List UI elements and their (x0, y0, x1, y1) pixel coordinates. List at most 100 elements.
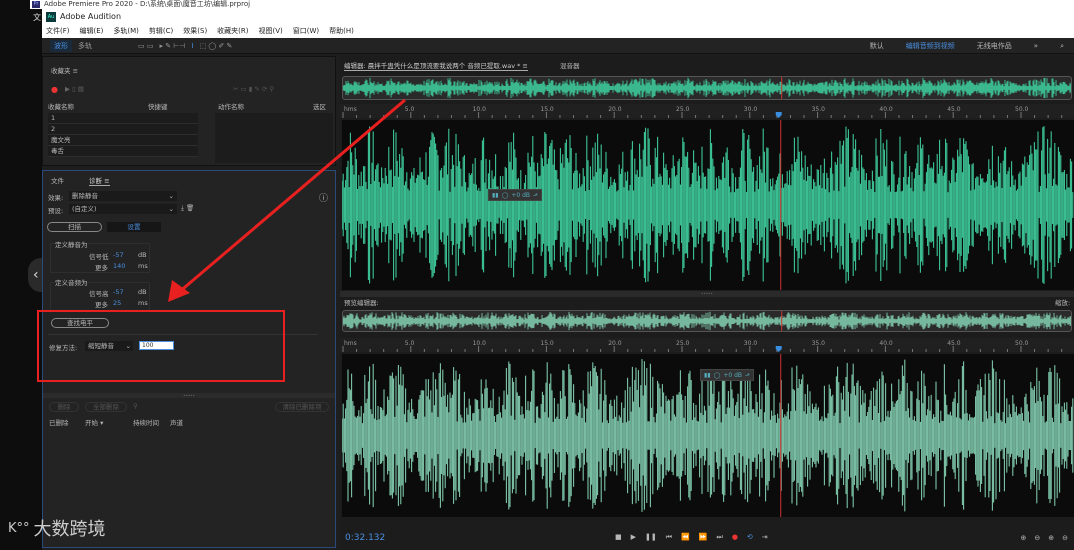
audition-title: Adobe Audition (42, 9, 1074, 25)
ms-unit: ms (138, 299, 148, 307)
save-preset-icon[interactable]: ⤓ 🗑 (181, 204, 194, 213)
tab-editor[interactable]: 编辑器: 晨拌千蛊凭什么是顶流要我说两个 音频已提取.wav * ≡ (344, 60, 528, 71)
menu-item[interactable]: 窗口(W) (293, 25, 319, 38)
clear-deleted-button[interactable]: 清除已删除项 (275, 402, 329, 412)
ruler-label: 35.0 (812, 340, 826, 347)
play-icon[interactable]: ▶ (631, 533, 636, 542)
more-label: 更多 (95, 301, 108, 309)
col-name[interactable]: 收藏名称 (48, 101, 74, 111)
favorite-item[interactable]: 毒舌 (48, 146, 198, 157)
search-icon[interactable]: ⌕ (1060, 42, 1064, 51)
col-deleted[interactable]: 已删除 (49, 417, 69, 427)
signal-low-value[interactable]: -57 (113, 251, 124, 259)
signal-low-label: 信号低 (89, 253, 109, 261)
menu-item[interactable]: 多轨(M) (113, 25, 139, 38)
editor-panel: 编辑器: 晨拌千蛊凭什么是顶流要我说两个 音频已提取.wav * ≡ 混音器 h… (340, 55, 1074, 550)
silence-ms-value[interactable]: 140 (113, 262, 125, 270)
signal-high-value[interactable]: -57 (113, 288, 124, 296)
stop-icon[interactable]: ■ (615, 533, 622, 542)
zoom-out-time-icon[interactable]: ⊖ (1062, 534, 1068, 542)
workspace-switcher: 默认 编辑音频到视频 无线电作品 » ⌕ (870, 38, 1074, 54)
waveform-view-button[interactable]: 波形 (50, 39, 72, 52)
ruler-label: 50.0 (1015, 340, 1029, 347)
col-shortcut[interactable]: 快捷键 (148, 101, 168, 111)
workspace-radio[interactable]: 无线电作品 (977, 41, 1012, 51)
skip-start-icon[interactable]: ⏮ (666, 533, 672, 542)
panel-menu-icon[interactable]: ≡ (73, 67, 78, 75)
more-workspaces-button[interactable]: » (1034, 42, 1038, 50)
ruler-label: 45.0 (947, 340, 961, 347)
preview-overview-waveform[interactable] (342, 310, 1074, 332)
time-selection-tool-icon[interactable]: I (191, 42, 193, 50)
ruler-label: 45.0 (947, 106, 961, 113)
col-selection[interactable]: 选区 (313, 101, 326, 111)
ruler-label: 25.0 (676, 340, 690, 347)
pause-icon[interactable]: ❚❚ (645, 533, 657, 542)
col-channel[interactable]: 声道 (170, 417, 183, 427)
menu-item[interactable]: 剪辑(C) (149, 25, 173, 38)
panel-divider-handle[interactable]: ••••• (43, 393, 335, 398)
edit-tools-icons[interactable]: ✂ ▭ ▮ ✎ ⟳ ⚲ (233, 85, 274, 93)
menu-item[interactable]: 文件(F) (46, 25, 70, 38)
preview-time-ruler[interactable]: hms 5.0 10.0 15.0 20.0 25.0 30.0 35.0 40.0 45.0 50… (340, 338, 1074, 352)
level-meter-icon: ▮▮ (704, 371, 711, 379)
preview-volume-hud[interactable]: ▮▮ ◯ +0 dB ⬏ (700, 369, 755, 381)
move-tool-icon[interactable]: ▸ ✎ ⊢⊣ (159, 42, 185, 50)
delete-all-button[interactable]: 全部删除 (85, 402, 127, 412)
zoom-out-amplitude-icon[interactable]: ⊖ (1034, 534, 1040, 542)
volume-knob-icon: ◯ (713, 371, 721, 379)
play-icon[interactable]: ▶ ▯ ▤ (65, 85, 84, 93)
waveform-display[interactable] (341, 120, 1074, 290)
preset-dropdown[interactable]: (自定义) ⌄ (69, 204, 177, 214)
premiere-menu-file[interactable]: 文 (33, 12, 41, 23)
col-start[interactable]: 开始 ▾ (85, 417, 103, 427)
menu-item[interactable]: 编辑(E) (80, 25, 104, 38)
logo-mark-icon: K°° (8, 520, 30, 536)
overview-waveform[interactable] (342, 76, 1074, 100)
effect-dropdown[interactable]: 删除静音 ⌄ (69, 191, 177, 201)
ruler-label: 15.0 (540, 340, 554, 347)
favorite-item[interactable]: 魔文亮 (48, 135, 198, 146)
favorite-item[interactable]: 1 (48, 113, 198, 124)
menu-item[interactable]: 视图(V) (259, 25, 283, 38)
spectral-icon[interactable]: ▭ ▭ (138, 42, 153, 50)
scan-button[interactable]: 扫描 (47, 222, 102, 232)
tab-diagnostics[interactable]: 诊断 ≡ (89, 175, 110, 186)
pane-divider-handle[interactable]: ••••• (340, 291, 1074, 297)
record-icon[interactable]: ● (732, 533, 738, 542)
favorite-item[interactable]: 2 (48, 124, 198, 135)
zoom-in-time-icon[interactable]: ⊕ (1048, 534, 1054, 542)
ruler-label: 40.0 (879, 340, 893, 347)
col-action[interactable]: 动作名称 (218, 101, 244, 111)
ruler-label: 40.0 (879, 106, 893, 113)
volume-hud[interactable]: ▮▮ ◯ +0 dB ⬏ (488, 189, 543, 201)
fast-forward-icon[interactable]: ⏩ (699, 533, 708, 542)
multitrack-view-button[interactable]: 多轨 (78, 41, 92, 51)
db-unit: dB (138, 288, 147, 296)
ruler-label: 35.0 (812, 106, 826, 113)
menu-item[interactable]: 帮助(H) (329, 25, 354, 38)
menu-item[interactable]: 收藏夹(R) (217, 25, 248, 38)
effect-label: 效果: (48, 194, 64, 202)
skip-selection-icon[interactable]: ⇥ (762, 533, 768, 542)
workspace-edit-audio-to-video[interactable]: 编辑音频到视频 (906, 41, 955, 51)
actions-list[interactable] (215, 113, 333, 163)
record-icon[interactable]: ● (51, 85, 58, 94)
zoom-in-amplitude-icon[interactable]: ⊕ (1021, 534, 1027, 542)
info-icon[interactable]: ⓘ (319, 191, 328, 204)
skip-end-icon[interactable]: ⏭ (717, 533, 723, 542)
marquee-tool-icon[interactable]: ⬚ ◯ ✐ ✎ (200, 42, 233, 50)
audio-ms-value[interactable]: 25 (113, 299, 121, 307)
ruler-label: 10.0 (473, 106, 487, 113)
workspace-default[interactable]: 默认 (870, 41, 884, 51)
time-ruler[interactable]: hms 5.0 10.0 15.0 20.0 25.0 30.0 35.0 40.0 45.0 50… (340, 104, 1074, 118)
tab-file[interactable]: 文件 (51, 175, 64, 185)
settings-button[interactable]: 设置 (107, 222, 161, 232)
menu-item[interactable]: 效果(S) (183, 25, 207, 38)
tab-mixer[interactable]: 混音器 (560, 60, 580, 70)
col-duration[interactable]: 持续时间 (133, 417, 159, 427)
zoom-search-icon[interactable]: ⚲ (133, 402, 138, 410)
loop-icon[interactable]: ⟲ (747, 533, 753, 542)
delete-button[interactable]: 删除 (49, 402, 79, 412)
rewind-icon[interactable]: ⏪ (681, 533, 690, 542)
